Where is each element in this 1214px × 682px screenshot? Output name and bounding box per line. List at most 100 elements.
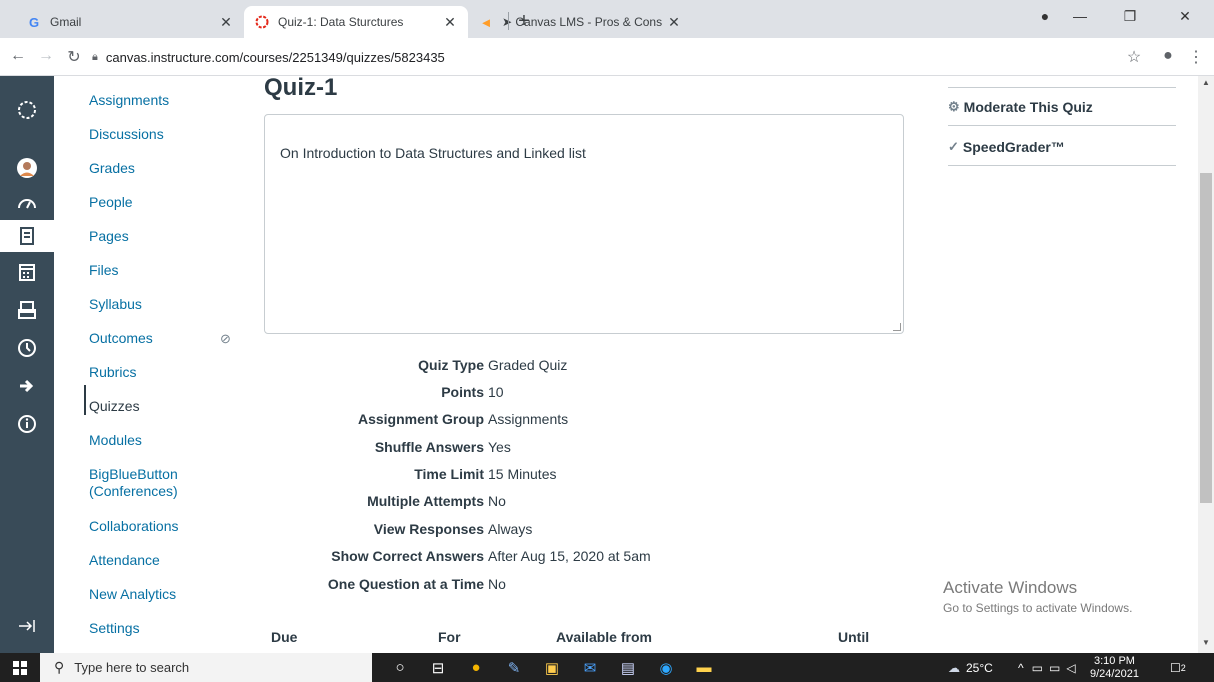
hidden-eye-icon: ⊘ <box>220 331 231 346</box>
commons-icon[interactable] <box>0 370 54 402</box>
inbox-icon[interactable] <box>0 294 54 326</box>
close-icon[interactable]: ✕ <box>218 14 234 31</box>
volume-icon: ◁ <box>1066 660 1076 675</box>
menu-icon[interactable]: ⋮ <box>1186 47 1206 67</box>
file-explorer-icon[interactable]: ▬ <box>686 653 722 682</box>
resize-handle[interactable] <box>893 323 901 331</box>
partial-sidebar-link[interactable] <box>948 50 1176 88</box>
course-nav-syllabus[interactable]: Syllabus <box>89 296 142 313</box>
detail-multiple-attempts: Multiple Attempts No <box>367 493 506 509</box>
course-nav-bigbluebutton[interactable]: BigBlueButton (Conferences) <box>89 466 199 500</box>
close-window-icon[interactable]: ✕ <box>1170 8 1200 25</box>
battery-icon: ▭ <box>1048 660 1061 675</box>
capterra-icon: ◄ <box>479 14 493 30</box>
detail-shuffle-answers: Shuffle Answers Yes <box>374 439 511 455</box>
edge-icon[interactable]: ◉ <box>648 653 684 682</box>
minimize-icon[interactable]: — <box>1065 8 1095 24</box>
page-scrollbar[interactable]: ▲ ▼ <box>1198 76 1214 653</box>
browser-tab-bar: G Gmail ✕ Quiz-1: Data Sturctures ✕ ◄ ➤ … <box>0 0 1214 38</box>
search-icon: ⚲ <box>54 659 65 675</box>
scroll-down-icon[interactable]: ▼ <box>1198 638 1214 647</box>
weather-widget[interactable]: ☁ 25°C <box>948 653 993 682</box>
course-nav-people[interactable]: People <box>89 194 133 211</box>
notification-icon[interactable]: ☐ 2 <box>1170 653 1186 682</box>
courses-icon[interactable] <box>0 220 54 252</box>
quiz-description: On Introduction to Data Structures and L… <box>280 145 586 161</box>
detail-one-question-at-a-time: One Question at a Time No <box>327 576 506 592</box>
scroll-thumb[interactable] <box>1200 173 1212 503</box>
tab-capterra[interactable]: ◄ ➤ Canvas LMS - Pros & Cons ✕ <box>468 6 692 38</box>
quiz-description-box: On Introduction to Data Structures and L… <box>264 114 904 334</box>
clock[interactable]: 3:10 PM 9/24/2021 <box>1090 655 1139 681</box>
google-icon: G <box>28 14 40 30</box>
account-avatar[interactable] <box>0 152 54 184</box>
cloud-icon: ☁ <box>948 660 960 675</box>
course-nav-settings[interactable]: Settings <box>89 620 140 637</box>
speedgrader-icon: ✓ <box>948 138 959 154</box>
global-navigation <box>0 76 54 653</box>
course-nav-files[interactable]: Files <box>89 262 119 279</box>
tab-quiz[interactable]: Quiz-1: Data Sturctures ✕ <box>244 6 468 38</box>
forward-icon[interactable]: → <box>36 47 56 65</box>
active-indicator <box>84 385 86 415</box>
course-nav-rubrics[interactable]: Rubrics <box>89 364 136 381</box>
chrome-icon[interactable]: ● <box>458 653 494 682</box>
word-icon[interactable]: ▤ <box>610 653 646 682</box>
detail-assignment-group: Assignment Group Assignments <box>357 411 569 427</box>
tab-gmail[interactable]: G Gmail ✕ <box>16 6 244 38</box>
dashboard-icon[interactable] <box>0 188 54 220</box>
close-icon[interactable]: ✕ <box>666 14 682 31</box>
cortana-icon[interactable]: ○ <box>382 653 418 682</box>
course-nav-quizzes[interactable]: Quizzes <box>89 398 140 415</box>
paint-icon[interactable]: ✎ <box>496 653 532 682</box>
course-nav-attendance[interactable]: Attendance <box>89 552 160 569</box>
until-header: Until <box>838 629 870 645</box>
canvas-logo-icon <box>254 14 270 30</box>
help-icon[interactable] <box>0 408 54 440</box>
profile-dot-icon[interactable]: ● <box>1030 8 1060 24</box>
store-icon[interactable]: ▣ <box>534 653 570 682</box>
chevron-up-icon: ^ <box>1018 660 1024 675</box>
course-nav-modules[interactable]: Modules <box>89 432 142 449</box>
due-header: Due <box>271 629 298 645</box>
detail-time-limit: Time Limit 15 Minutes <box>414 466 557 482</box>
course-nav-collaborations[interactable]: Collaborations <box>89 518 179 535</box>
network-icon: ▭ <box>1031 660 1043 675</box>
collapse-nav-icon[interactable] <box>0 610 54 642</box>
activate-windows-watermark: Activate Windows Go to Settings to activ… <box>943 578 1133 615</box>
course-nav-pages[interactable]: Pages <box>89 228 129 245</box>
course-navigation: Assignments Discussions Grades People Pa… <box>54 76 244 653</box>
gear-icon: ⚙ <box>948 98 960 114</box>
close-icon[interactable]: ✕ <box>442 14 458 31</box>
history-icon[interactable] <box>0 332 54 364</box>
detail-show-correct-answers: Show Correct Answers After Aug 15, 2020 … <box>331 548 651 564</box>
scroll-up-icon[interactable]: ▲ <box>1198 78 1214 87</box>
calendar-icon[interactable] <box>0 256 54 288</box>
course-nav-outcomes[interactable]: Outcomes <box>89 330 153 347</box>
course-nav-discussions[interactable]: Discussions <box>89 126 164 143</box>
course-nav-grades[interactable]: Grades <box>89 160 135 177</box>
taskbar-search-input[interactable]: ⚲ Type here to search <box>40 653 372 682</box>
new-tab-button[interactable]: + <box>512 10 536 32</box>
back-icon[interactable]: ← <box>8 47 28 65</box>
for-header: For <box>438 629 461 645</box>
task-view-icon[interactable]: ⊟ <box>420 653 456 682</box>
course-nav-assignments[interactable]: Assignments <box>89 92 169 109</box>
reload-icon[interactable]: ↻ <box>64 47 84 67</box>
lock-icon: 🔒︎ <box>92 50 98 63</box>
detail-points: Points 10 <box>441 384 504 400</box>
tab-label: Quiz-1: Data Sturctures <box>278 15 404 29</box>
tab-label: Gmail <box>50 15 82 29</box>
windows-taskbar: ⚲ Type here to search ○ ⊟ ● ✎ ▣ ✉ ▤ ◉ ▬ … <box>0 653 1214 682</box>
detail-view-responses: View Responses Always <box>373 521 533 537</box>
speedgrader-link[interactable]: ✓ SpeedGrader™ <box>948 128 1176 166</box>
url-text: canvas.instructure.com/courses/2251349/q… <box>105 49 445 65</box>
moderate-quiz-link[interactable]: ⚙ Moderate This Quiz <box>948 88 1176 126</box>
restore-icon[interactable]: ❐ <box>1115 8 1145 25</box>
system-tray[interactable]: ^ ▭ ▭ ◁ <box>1018 653 1076 682</box>
url-field[interactable]: 🔒︎ canvas.instructure.com/courses/225134… <box>92 44 1092 70</box>
windows-start-icon[interactable] <box>0 653 40 682</box>
course-nav-new-analytics[interactable]: New Analytics <box>89 586 176 603</box>
mail-icon[interactable]: ✉ <box>572 653 608 682</box>
canvas-logo-icon[interactable] <box>0 94 54 126</box>
